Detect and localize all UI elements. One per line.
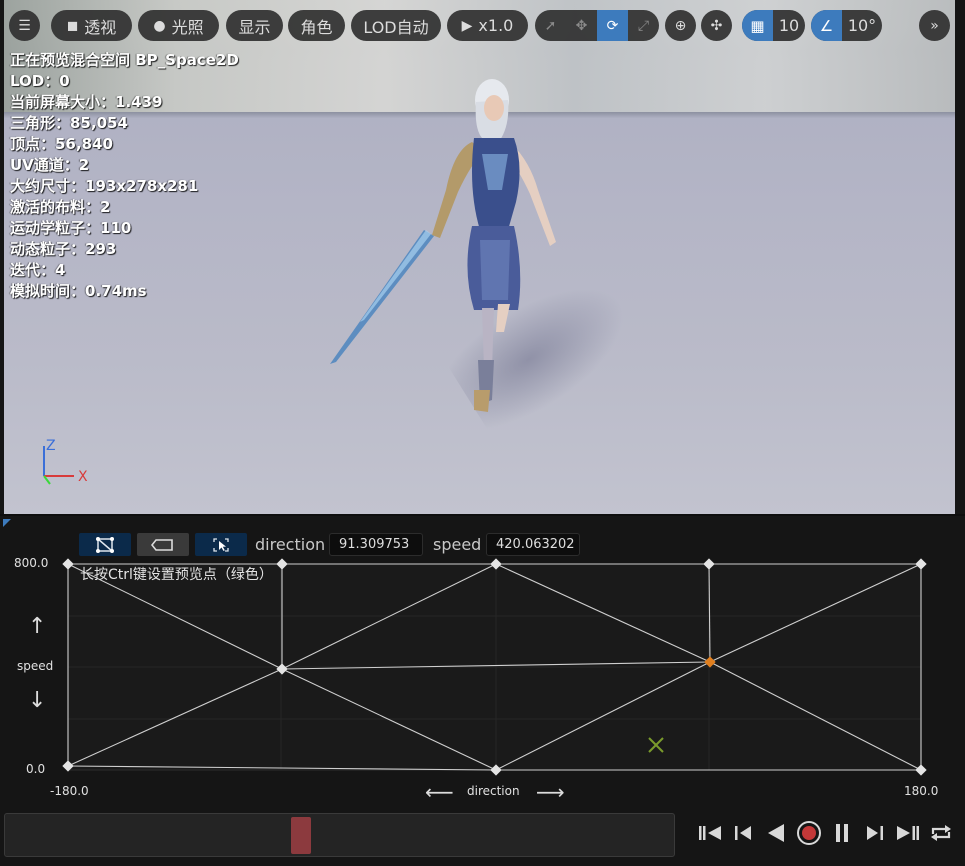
stat-line: 大约尺寸：193x278x281 — [10, 177, 199, 195]
stat-line: 模拟时间：0.74ms — [10, 282, 147, 300]
step-forward-icon — [867, 826, 883, 840]
grid-snap-value[interactable]: 10 — [773, 10, 805, 41]
rotation-snap-value[interactable]: 10° — [842, 10, 882, 41]
more-options-button[interactable]: » — [919, 10, 950, 41]
blendspace-panel: direction 91.309753 speed 420.063202 长按C… — [0, 514, 965, 866]
x-axis-label: direction — [467, 784, 520, 798]
snap-icon: ✣ — [710, 17, 723, 34]
rotate-icon[interactable]: ⟳ — [597, 10, 628, 41]
select-icon[interactable]: ➚ — [535, 10, 566, 41]
loop-button[interactable] — [927, 819, 955, 847]
loop-icon — [931, 825, 951, 841]
globe-icon: ⊕ — [674, 17, 687, 34]
lod-button[interactable]: LOD自动 — [351, 10, 441, 41]
stat-line: 运动学粒子：110 — [10, 219, 132, 237]
y-axis-label: speed — [17, 659, 54, 673]
play-reverse-icon — [768, 824, 784, 842]
angle-icon[interactable]: ∠ — [811, 10, 842, 41]
playback-speed-button[interactable]: ▶ x1.0 — [447, 10, 528, 41]
preview-stats: 正在预览混合空间 BP_Space2D LOD：0 当前屏幕大小：1.439 三… — [10, 50, 239, 302]
stat-line: 正在预览混合空间 BP_Space2D — [10, 51, 239, 69]
skip-to-end-button[interactable] — [894, 819, 922, 847]
surface-snap-button[interactable]: ✣ — [701, 10, 732, 41]
skip-to-start-icon — [699, 826, 721, 840]
arrow-down-icon: ↓ — [28, 688, 47, 713]
play-icon: ▶ — [461, 17, 473, 34]
timeline-track[interactable] — [4, 813, 675, 857]
y-min-label: 0.0 — [26, 762, 46, 776]
stat-line: UV通道：2 — [10, 156, 90, 174]
move-icon[interactable]: ✥ — [566, 10, 597, 41]
chevron-double-right-icon: » — [930, 17, 939, 34]
timeline-scrub-handle[interactable] — [291, 817, 311, 854]
y-max-label: 800.0 — [14, 556, 49, 570]
gizmo-z-label: Z — [46, 438, 56, 454]
hamburger-icon: ☰ — [18, 17, 31, 34]
scale-icon[interactable]: ⤢ — [628, 10, 659, 41]
stat-line: LOD：0 — [10, 72, 70, 90]
record-icon — [797, 821, 821, 845]
cube-icon: ◼ — [66, 17, 79, 34]
skip-to-start-button[interactable] — [696, 819, 724, 847]
perspective-button[interactable]: ◼ 透视 — [51, 10, 132, 41]
step-back-button[interactable] — [729, 819, 757, 847]
arrow-left-icon: ⟵ — [425, 780, 454, 804]
stat-line: 当前屏幕大小：1.439 — [10, 93, 163, 111]
skip-to-end-icon — [897, 826, 919, 840]
character-button[interactable]: 角色 — [288, 10, 345, 41]
x-max-label: 180.0 — [904, 784, 939, 798]
ctrl-hint: 长按Ctrl键设置预览点（绿色） — [80, 567, 273, 583]
play-reverse-button[interactable] — [762, 819, 790, 847]
axis-gizmo: Z X — [43, 438, 88, 485]
grid-snap-control[interactable]: ▦ 10 — [742, 10, 805, 41]
pause-icon — [836, 824, 848, 842]
preview-character — [330, 79, 556, 412]
x-min-label: -180.0 — [50, 784, 89, 798]
arrow-right-icon: ⟶ — [536, 780, 565, 804]
pause-button[interactable] — [828, 819, 856, 847]
stat-line: 动态粒子：293 — [10, 240, 117, 258]
grid-icon[interactable]: ▦ — [742, 10, 773, 41]
stat-line: 激活的布料：2 — [10, 198, 111, 216]
stat-line: 顶点：56,840 — [10, 135, 113, 153]
step-forward-button[interactable] — [861, 819, 889, 847]
menu-button[interactable]: ☰ — [9, 10, 40, 41]
lighting-button[interactable]: ● 光照 — [138, 10, 219, 41]
step-back-icon — [735, 826, 751, 840]
viewport[interactable]: ☰ ◼ 透视 ● 光照 显示 角色 LOD自动 ▶ x1.0 ➚ ✥ ⟳ ⤢ ⊕… — [4, 0, 955, 514]
sphere-icon: ● — [153, 17, 166, 34]
rotation-snap-control[interactable]: ∠ 10° — [811, 10, 882, 41]
blendspace-grid[interactable] — [0, 516, 965, 816]
coordinate-space-button[interactable]: ⊕ — [665, 10, 696, 41]
stat-line: 三角形：85,054 — [10, 114, 128, 132]
transform-mode-group[interactable]: ➚ ✥ ⟳ ⤢ — [535, 10, 659, 41]
arrow-up-icon: ↑ — [28, 614, 47, 639]
show-button[interactable]: 显示 — [226, 10, 283, 41]
transport-controls — [696, 819, 955, 847]
record-button[interactable] — [795, 819, 823, 847]
stat-line: 迭代：4 — [10, 261, 66, 279]
gizmo-x-label: X — [78, 469, 88, 485]
